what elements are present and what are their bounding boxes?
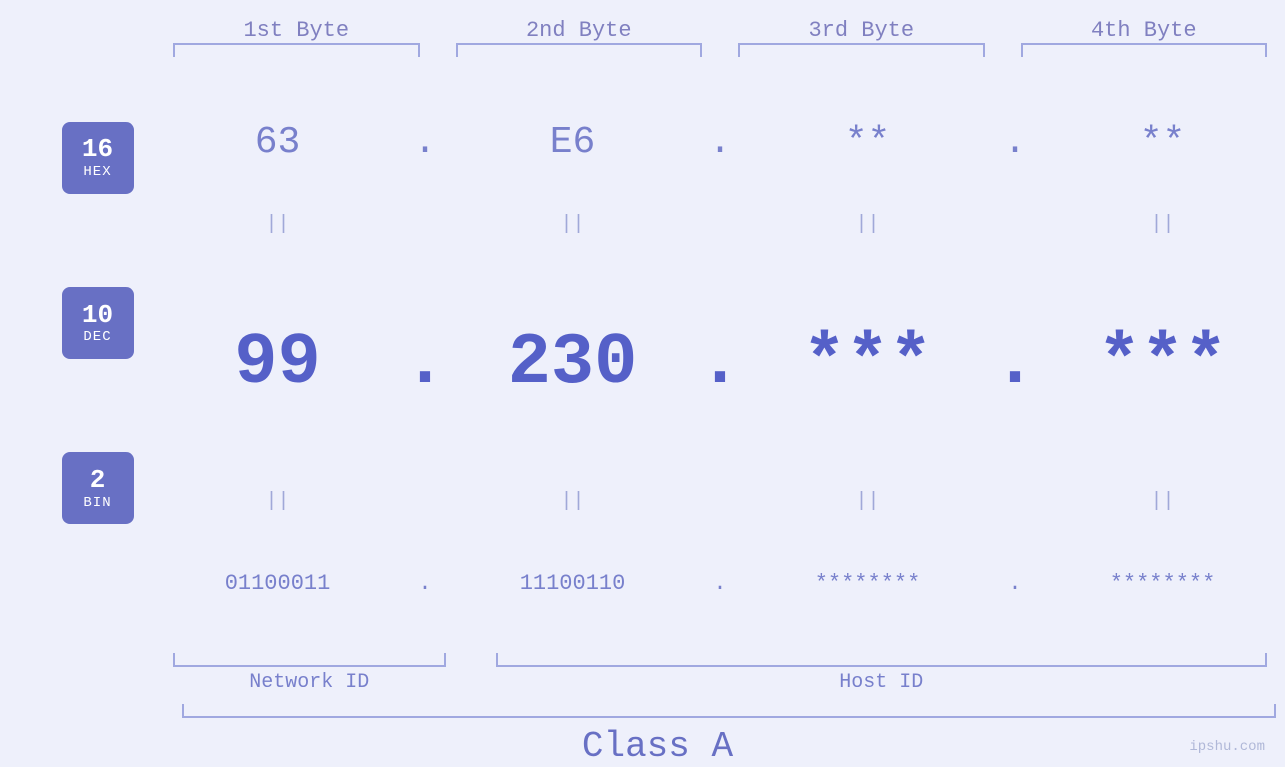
- bin-b1: 01100011: [155, 571, 400, 596]
- host-id-label: Host ID: [496, 671, 1268, 694]
- dec-d3: .: [990, 322, 1040, 404]
- dec-d1: .: [400, 322, 450, 404]
- bracket-byte3: [738, 43, 985, 57]
- dec-row: 99 . 230 . *** . ***: [155, 240, 1285, 487]
- bin-name: BIN: [83, 495, 111, 511]
- hex-b4: **: [1040, 121, 1285, 164]
- dec-number: 10: [82, 301, 113, 330]
- bin-number: 2: [90, 466, 106, 495]
- hex-b2: E6: [450, 121, 695, 164]
- dec-b3: ***: [745, 322, 990, 404]
- bin-badge: 2 BIN: [62, 452, 134, 524]
- class-label: Class A: [0, 726, 1285, 767]
- class-bracket: [182, 704, 1276, 718]
- bottom-bracket-row: [0, 653, 1285, 669]
- bin-d1: .: [400, 571, 450, 596]
- bin-b3: ********: [745, 571, 990, 596]
- byte4-header: 4th Byte: [1003, 18, 1285, 43]
- dec-name: DEC: [83, 329, 111, 345]
- hex-name: HEX: [83, 164, 111, 180]
- eq-row-1: || || || ||: [155, 210, 1285, 240]
- hex-number: 16: [82, 135, 113, 164]
- eq-row-2: || || || ||: [155, 486, 1285, 516]
- eq1: ||: [155, 213, 400, 236]
- base-labels: 16 HEX 10 DEC 2 BIN: [40, 75, 155, 651]
- host-id-bracket: [496, 653, 1268, 667]
- hex-d2: .: [695, 121, 745, 164]
- dec-b2: 230: [450, 322, 695, 404]
- bin-d2: .: [695, 571, 745, 596]
- hex-row: 63 . E6 . ** . **: [155, 75, 1285, 210]
- network-id-label: Network ID: [173, 671, 446, 694]
- hex-d3: .: [990, 121, 1040, 164]
- eq8: ||: [1040, 490, 1285, 513]
- dec-b1: 99: [155, 322, 400, 404]
- network-id-bracket: [173, 653, 446, 667]
- eq6: ||: [450, 490, 695, 513]
- hex-badge: 16 HEX: [62, 122, 134, 194]
- eq2: ||: [450, 213, 695, 236]
- main-content: 16 HEX 10 DEC 2 BIN 63 .: [0, 75, 1285, 651]
- bracket-byte1: [173, 43, 420, 57]
- bracket-byte2: [456, 43, 703, 57]
- bin-row: 01100011 . 11100110 . ******** .: [155, 516, 1285, 651]
- eq4: ||: [1040, 213, 1285, 236]
- hex-b1: 63: [155, 121, 400, 164]
- id-label-row: Network ID Host ID: [0, 671, 1285, 694]
- byte2-header: 2nd Byte: [438, 18, 721, 43]
- dec-d2: .: [695, 322, 745, 404]
- main-container: 1st Byte 2nd Byte 3rd Byte 4th Byte 16 H…: [0, 0, 1285, 767]
- byte3-header: 3rd Byte: [720, 18, 1003, 43]
- dec-b4: ***: [1040, 322, 1285, 404]
- byte1-header: 1st Byte: [155, 18, 438, 43]
- byte-headers: 1st Byte 2nd Byte 3rd Byte 4th Byte: [0, 18, 1285, 43]
- hex-b3: **: [745, 121, 990, 164]
- values-section: 63 . E6 . ** . **: [155, 75, 1285, 651]
- hex-d1: .: [400, 121, 450, 164]
- dec-badge: 10 DEC: [62, 287, 134, 359]
- bracket-byte4: [1021, 43, 1268, 57]
- eq7: ||: [745, 490, 990, 513]
- top-brackets: [0, 43, 1285, 65]
- bin-b4: ********: [1040, 571, 1285, 596]
- bin-b2: 11100110: [450, 571, 695, 596]
- bin-d3: .: [990, 571, 1040, 596]
- footer-text: ipshu.com: [1189, 739, 1265, 755]
- eq3: ||: [745, 213, 990, 236]
- eq5: ||: [155, 490, 400, 513]
